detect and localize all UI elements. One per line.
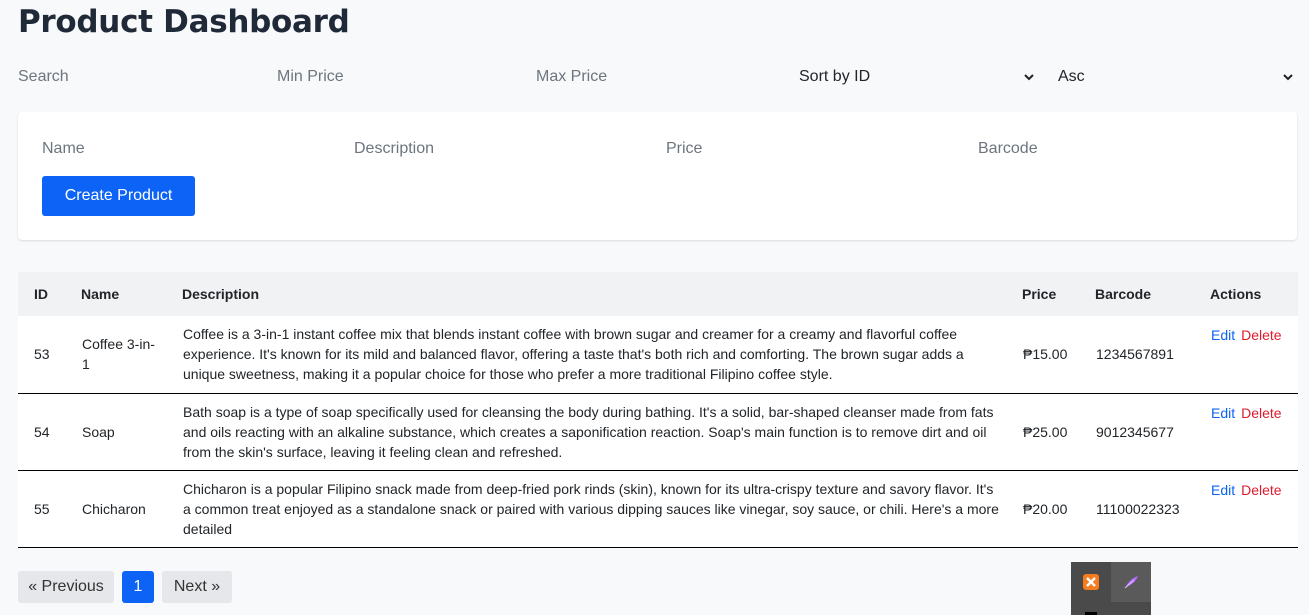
cell-price: ₱20.00 bbox=[1023, 500, 1068, 517]
header-description: Description bbox=[182, 286, 260, 302]
price-input[interactable] bbox=[666, 138, 946, 160]
edit-link[interactable]: Edit bbox=[1211, 327, 1235, 343]
create-product-form: Create Product bbox=[18, 112, 1297, 240]
header-price: Price bbox=[1022, 286, 1057, 302]
barcode-input[interactable] bbox=[978, 138, 1258, 160]
header-id: ID bbox=[34, 286, 48, 302]
description-input[interactable] bbox=[354, 138, 634, 160]
edit-link[interactable]: Edit bbox=[1211, 405, 1235, 421]
cell-price: ₱15.00 bbox=[1023, 346, 1068, 363]
create-product-button[interactable]: Create Product bbox=[42, 176, 195, 216]
chevron-down-icon bbox=[1024, 74, 1034, 81]
cell-description: Bath soap is a type of soap specifically… bbox=[183, 403, 994, 460]
header-name: Name bbox=[81, 286, 120, 302]
cell-name: Chicharon bbox=[82, 500, 146, 517]
search-input[interactable] bbox=[18, 62, 248, 92]
table-header-row: ID Name Description Price Barcode Action… bbox=[18, 272, 1298, 316]
max-price-input[interactable] bbox=[536, 62, 766, 92]
cell-description: Coffee is a 3-in-1 instant coffee mix th… bbox=[183, 326, 964, 383]
cell-id: 54 bbox=[34, 423, 50, 440]
min-price-input[interactable] bbox=[277, 62, 507, 92]
order-select[interactable]: Asc bbox=[1058, 62, 1294, 92]
table-row: 53 Coffee 3-in-1 Coffee is a 3-in-1 inst… bbox=[18, 316, 1298, 393]
cell-actions: Edit Delete bbox=[1210, 316, 1298, 393]
delete-link[interactable]: Delete bbox=[1241, 405, 1281, 421]
filter-bar: Sort by ID Asc bbox=[18, 62, 1300, 92]
current-page-button[interactable]: 1 bbox=[122, 571, 154, 603]
chevron-down-icon bbox=[1283, 74, 1293, 81]
cell-name: Soap bbox=[82, 423, 115, 440]
previous-page-button[interactable]: « Previous bbox=[18, 571, 114, 603]
cell-actions: Edit Delete bbox=[1210, 470, 1298, 547]
sort-by-value: Sort by ID bbox=[799, 68, 871, 85]
cell-actions: Edit Delete bbox=[1210, 393, 1298, 470]
cell-barcode: 9012345677 bbox=[1096, 423, 1174, 440]
header-actions: Actions bbox=[1210, 286, 1262, 302]
table-row: 54 Soap Bath soap is a type of soap spec… bbox=[18, 393, 1298, 470]
cell-barcode: 1234567891 bbox=[1096, 346, 1174, 363]
cell-name: Coffee 3-in-1 bbox=[82, 336, 155, 373]
name-input[interactable] bbox=[42, 138, 322, 160]
cell-barcode: 11100022323 bbox=[1096, 500, 1180, 517]
order-value: Asc bbox=[1058, 68, 1085, 85]
header-barcode: Barcode bbox=[1095, 286, 1152, 302]
cell-id: 55 bbox=[34, 500, 50, 517]
delete-link[interactable]: Delete bbox=[1241, 482, 1281, 498]
next-page-button[interactable]: Next » bbox=[162, 571, 232, 603]
sort-by-select[interactable]: Sort by ID bbox=[799, 62, 1035, 92]
products-table: ID Name Description Price Barcode Action… bbox=[18, 272, 1298, 548]
cell-description: Chicharon is a popular Filipino snack ma… bbox=[183, 480, 999, 537]
cell-price: ₱25.00 bbox=[1023, 423, 1068, 440]
delete-link[interactable]: Delete bbox=[1241, 327, 1281, 343]
system-tray-popup bbox=[1071, 562, 1151, 615]
feather-icon[interactable] bbox=[1111, 562, 1151, 602]
edit-link[interactable]: Edit bbox=[1211, 482, 1235, 498]
xampp-icon[interactable] bbox=[1071, 562, 1111, 602]
table-row: 55 Chicharon Chicharon is a popular Fili… bbox=[18, 470, 1298, 547]
page-title: Product Dashboard bbox=[18, 4, 350, 40]
cell-id: 53 bbox=[34, 346, 50, 363]
